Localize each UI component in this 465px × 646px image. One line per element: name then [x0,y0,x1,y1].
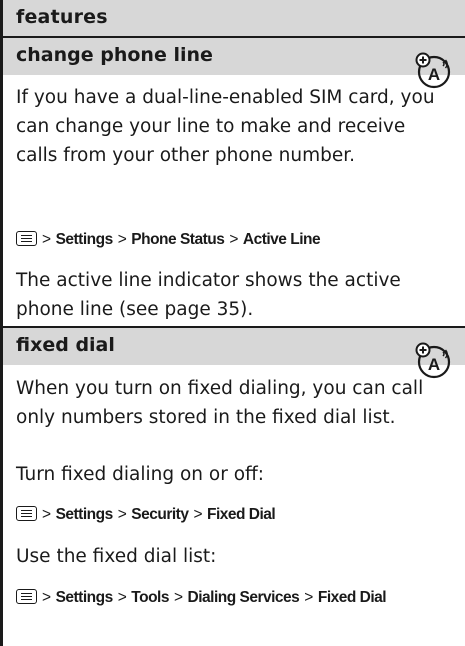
section-heading-fixed-dial: fixed dial [3,328,465,365]
section-title: change phone line [16,44,213,66]
instruction-toggle: Turn fixed dialing on or off: [16,464,265,485]
instruction-use-list: Use the fixed dial list: [16,546,217,567]
section-heading-change-phone-line: change phone line [3,38,465,75]
section-body: When you turn on fixed dialing, you can … [16,378,424,428]
svg-text:A: A [428,355,440,374]
menu-key-icon [16,589,37,604]
page-title: features [16,6,108,28]
manual-page: features change phone line A If you have… [0,0,465,646]
features-header: features [3,0,465,36]
svg-text:A: A [428,65,440,84]
menu-key-icon [16,506,37,521]
section-note: The active line indicator shows the acti… [16,270,401,320]
menu-path-fixed-dial-security: > Settings > Security > Fixed Dial [16,506,276,524]
left-rule [0,0,3,646]
section-body: If you have a dual-line-enabled SIM card… [16,87,435,166]
section-title: fixed dial [16,334,115,356]
menu-key-icon [16,231,37,246]
menu-path-fixed-dial-tools: > Settings > Tools > Dialing Services > Fixed D… [16,589,387,607]
menu-path-active-line: > Settings > Phone Status > Active Line [16,231,321,249]
